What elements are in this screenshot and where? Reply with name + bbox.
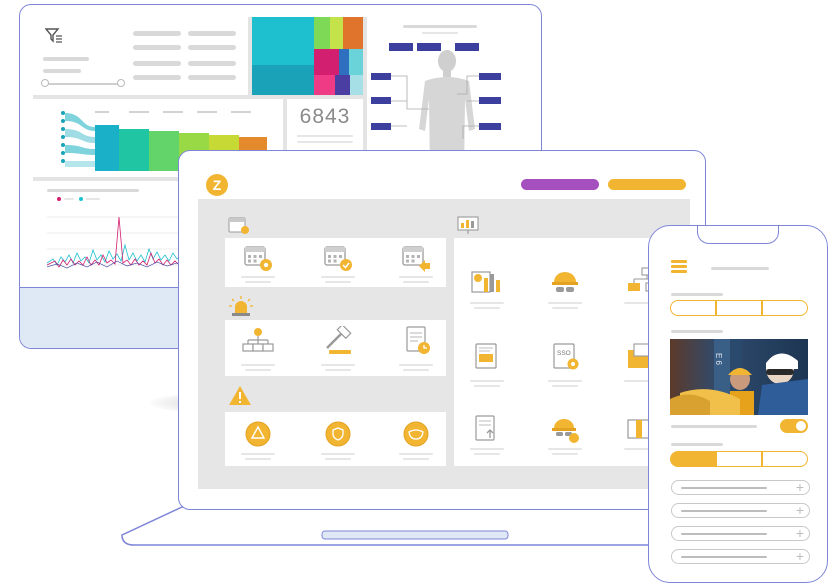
primary-header-button[interactable] <box>521 179 599 190</box>
calendar-share-icon[interactable] <box>401 244 431 272</box>
mask-circle-icon[interactable] <box>402 420 430 448</box>
segment-option-1[interactable] <box>670 300 716 316</box>
chart-person-icon[interactable] <box>470 266 504 296</box>
document-upload-icon[interactable] <box>470 414 504 444</box>
alerts-card <box>225 320 446 376</box>
photo-label: E 6 <box>714 353 723 366</box>
shield-circle-icon[interactable] <box>324 420 352 448</box>
body-label <box>389 43 413 51</box>
calendar-check-icon[interactable] <box>323 244 353 272</box>
phone-device: E 6 + + + + <box>648 225 828 583</box>
hardhat-people-icon[interactable] <box>548 414 582 444</box>
accordion-item[interactable]: + <box>671 479 810 495</box>
treemap-chart <box>252 17 363 95</box>
alarm-light-icon <box>229 296 253 316</box>
hazards-card <box>225 412 446 466</box>
laptop-app-screen: SSO <box>198 199 690 489</box>
hardhat-goggles-icon[interactable] <box>548 266 582 296</box>
plus-icon[interactable]: + <box>796 548 804 564</box>
calendar-card <box>225 238 446 287</box>
filter-panel <box>33 17 248 95</box>
kpi-value: 6843 <box>299 105 351 128</box>
secondary-header-button[interactable] <box>608 179 686 190</box>
filter-icon[interactable] <box>45 27 63 43</box>
segment-option-2[interactable] <box>716 300 762 316</box>
accordion-item[interactable]: + <box>671 548 810 564</box>
tab-option-2[interactable] <box>716 451 762 467</box>
presentation-chart-icon <box>457 216 479 234</box>
logo-letter: Z <box>212 177 222 193</box>
menu-icon[interactable] <box>671 260 687 273</box>
laptop-base <box>121 506 709 546</box>
phone-notch <box>697 226 779 244</box>
tab-option-3[interactable] <box>762 451 808 467</box>
sso-label: SSO <box>557 350 571 357</box>
laptop-device: Z SSO <box>178 150 706 510</box>
accordion-item[interactable]: + <box>671 525 810 541</box>
tab-option-1[interactable] <box>670 451 716 467</box>
certificate-icon[interactable] <box>470 342 504 372</box>
plus-icon[interactable]: + <box>796 502 804 518</box>
legend-dot-magenta <box>57 197 61 201</box>
plus-icon[interactable]: + <box>796 479 804 495</box>
app-logo[interactable]: Z <box>206 174 228 196</box>
worker-photo: E 6 <box>670 339 808 415</box>
accordion-item[interactable]: + <box>671 502 810 518</box>
legend-dot-cyan <box>79 197 83 201</box>
hazard-circle-icon[interactable] <box>244 420 272 448</box>
calendar-icon <box>228 217 249 234</box>
org-chart-icon[interactable] <box>241 326 275 356</box>
toggle-knob <box>796 421 806 431</box>
plus-icon[interactable]: + <box>796 525 804 541</box>
warning-icon <box>229 386 251 405</box>
sso-settings-icon[interactable]: SSO <box>548 342 582 372</box>
gavel-icon[interactable] <box>321 326 355 356</box>
calendar-settings-icon[interactable] <box>243 244 273 272</box>
document-clock-icon[interactable] <box>401 326 435 356</box>
segment-option-3[interactable] <box>762 300 808 316</box>
settings-toggle[interactable] <box>780 419 808 433</box>
